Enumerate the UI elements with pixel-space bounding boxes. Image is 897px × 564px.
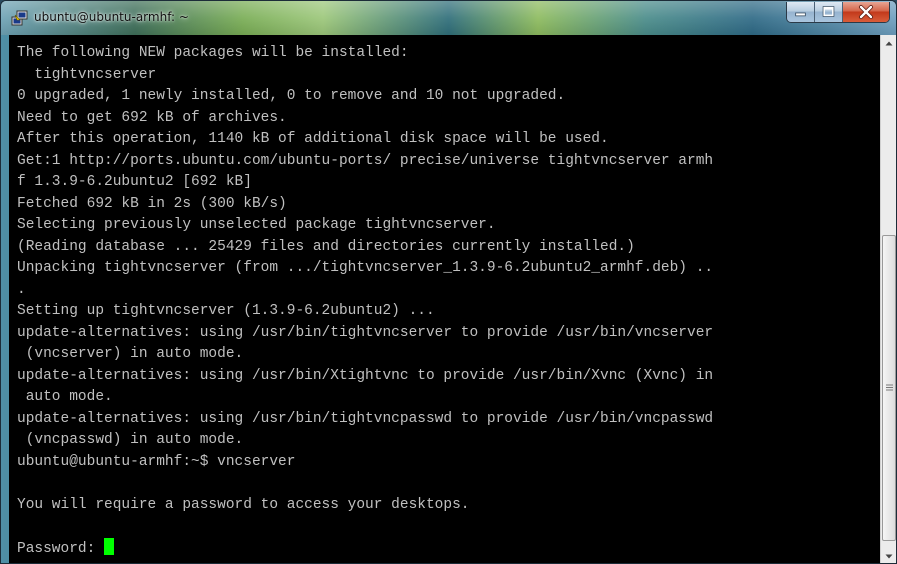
terminal-line: (Reading database ... 25429 files and di… <box>17 238 635 255</box>
terminal-output: The following NEW packages will be insta… <box>17 43 713 559</box>
text-cursor <box>104 537 115 555</box>
scroll-down-arrow-icon[interactable] <box>881 548 897 564</box>
window-controls <box>786 2 890 23</box>
terminal-line: f 1.3.9-6.2ubuntu2 [692 kB] <box>17 174 252 190</box>
terminal-line: . <box>17 281 26 298</box>
terminal-line: Setting up tightvncserver (1.3.9-6.2ubun… <box>17 303 435 319</box>
terminal-line: Get:1 http://ports.ubuntu.com/ubuntu-por… <box>17 152 714 169</box>
window-title: ubuntu@ubuntu-armhf: ~ <box>34 10 189 24</box>
putty-icon <box>11 10 28 26</box>
title-bar[interactable]: ubuntu@ubuntu-armhf: ~ <box>1 1 896 35</box>
terminal-line: The following NEW packages will be insta… <box>17 45 409 61</box>
password-prompt-line[interactable]: Password: <box>17 537 713 560</box>
terminal-line: Need to get 692 kB of archives. <box>17 109 287 126</box>
terminal-line: (vncserver) in auto mode. <box>17 346 244 362</box>
scrollbar-thumb[interactable] <box>882 235 896 541</box>
terminal-line: update-alternatives: using /usr/bin/tigh… <box>17 410 714 427</box>
terminal-line: Unpacking tightvncserver (from .../tight… <box>17 260 714 276</box>
maximize-button[interactable] <box>815 2 843 22</box>
terminal-line: (vncpasswd) in auto mode. <box>17 432 244 448</box>
terminal-line: After this operation, 1140 kB of additio… <box>17 131 609 147</box>
terminal-line: update-alternatives: using /usr/bin/Xtig… <box>17 367 714 384</box>
maximize-icon <box>822 6 835 17</box>
minimize-button[interactable] <box>787 2 815 22</box>
minimize-icon <box>795 12 806 17</box>
scroll-grip-icon <box>886 384 893 391</box>
terminal-line: auto mode. <box>17 389 113 405</box>
terminal-line: Selecting previously unselected package … <box>17 217 496 233</box>
vertical-scrollbar[interactable] <box>880 35 897 564</box>
terminal-line: update-alternatives: using /usr/bin/tigh… <box>17 324 714 341</box>
close-button[interactable] <box>843 2 889 22</box>
terminal-window: ubuntu@ubuntu-armhf: ~ The following NEW… <box>0 0 897 564</box>
close-icon <box>859 5 873 19</box>
terminal-line: 0 upgraded, 1 newly installed, 0 to remo… <box>17 88 566 104</box>
password-prompt: Password: <box>17 540 105 557</box>
scroll-up-arrow-icon[interactable] <box>881 35 897 52</box>
terminal-line: Fetched 692 kB in 2s (300 kB/s) <box>17 195 287 212</box>
terminal-line: ubuntu@ubuntu-armhf:~$ vncserver <box>17 453 296 470</box>
terminal-line: You will require a password to access yo… <box>17 496 470 513</box>
terminal-line: tightvncserver <box>17 66 157 83</box>
terminal-area[interactable]: The following NEW packages will be insta… <box>9 35 880 563</box>
